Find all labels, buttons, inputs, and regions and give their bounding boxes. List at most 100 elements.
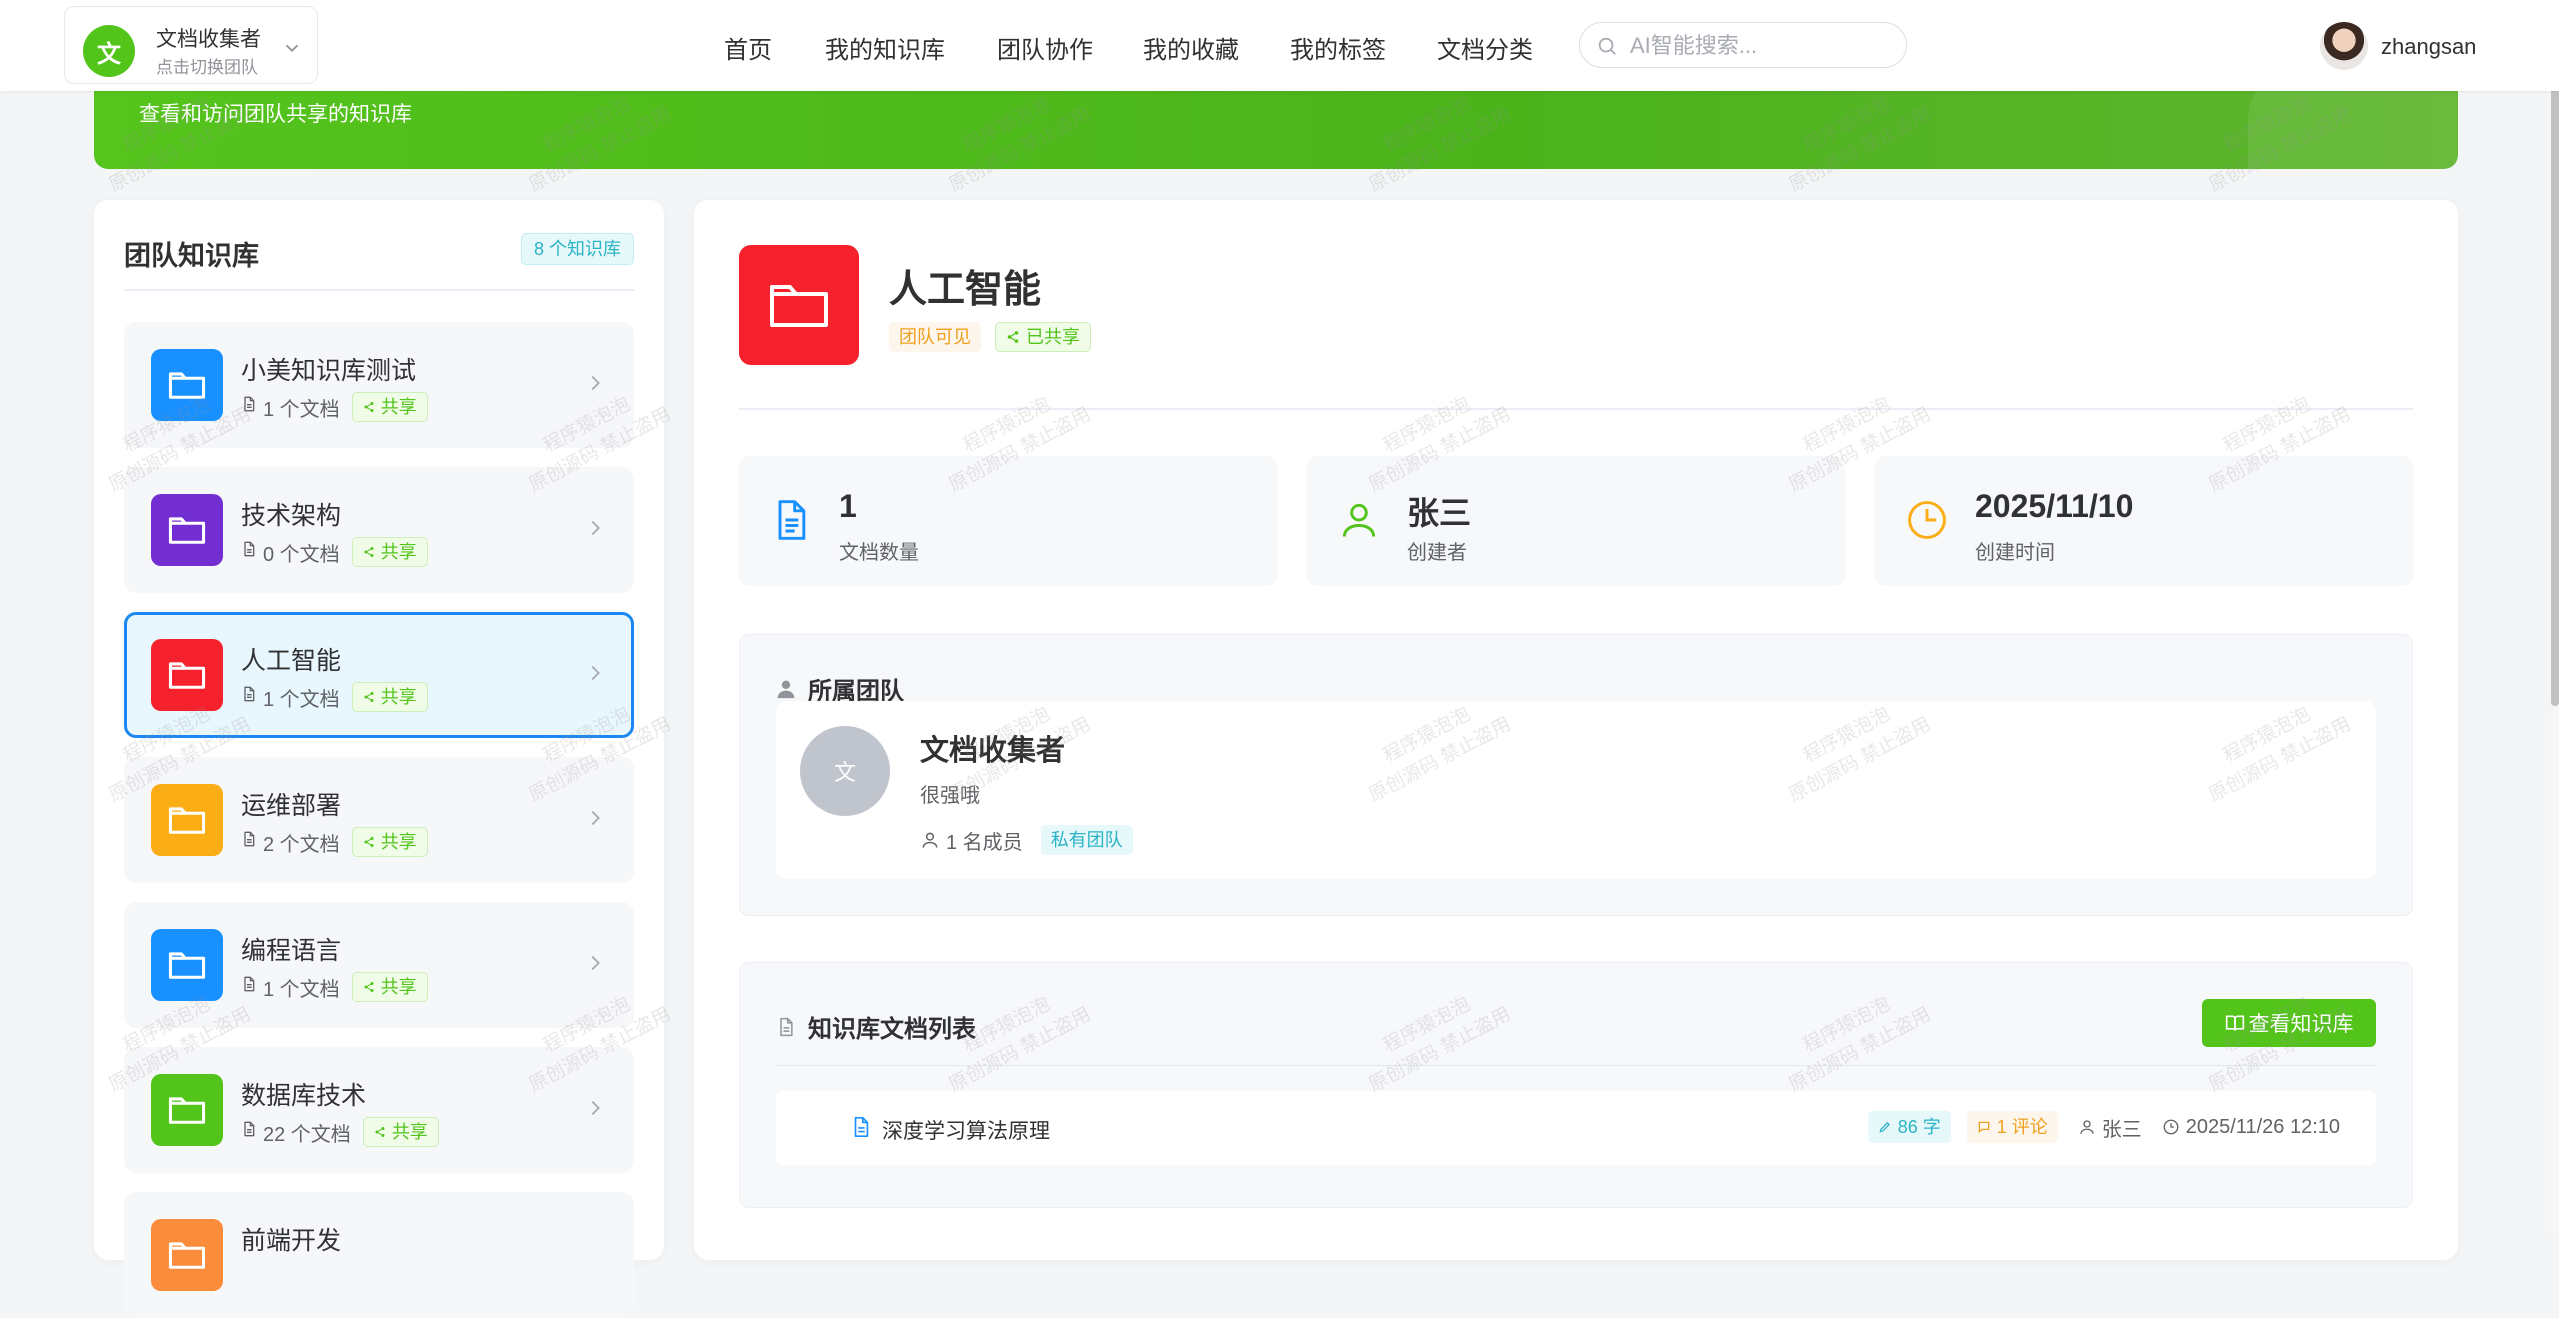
kb-name: 编程语言: [241, 937, 342, 965]
share-icon: [363, 836, 381, 848]
divider: [776, 1065, 2376, 1066]
doc-author: 张三: [2078, 1113, 2142, 1142]
team-name: 文档收集者: [156, 28, 261, 51]
kb-meta: 0 个文档 共享: [241, 537, 428, 567]
search-input[interactable]: [1628, 31, 1892, 61]
kb-doc-count: 1 个文档: [263, 978, 340, 1001]
user-avatar[interactable]: [2320, 22, 2368, 70]
divider: [739, 408, 2413, 410]
view-kb-button[interactable]: 查看知识库: [2202, 999, 2376, 1047]
nav-my-tags[interactable]: 我的标签: [1290, 30, 1386, 65]
nav-doc-categories[interactable]: 文档分类: [1437, 30, 1533, 65]
kb-list-item[interactable]: 小美知识库测试 1 个文档 共享: [124, 322, 634, 448]
chevron-right-icon: [584, 1097, 606, 1124]
shared-tag: 共享: [351, 827, 428, 857]
shared-tag: 共享: [351, 682, 428, 712]
stat-value: 1: [839, 488, 857, 524]
kb-meta: 2 个文档 共享: [241, 827, 428, 857]
kb-list-item[interactable]: 数据库技术 22 个文档 共享: [124, 1047, 634, 1173]
member-count: 1 名成员: [946, 831, 1023, 854]
stat-label: 创建时间: [1975, 542, 2055, 564]
shared-tag: 共享: [351, 537, 428, 567]
document-icon: [241, 1120, 257, 1144]
team-switcher[interactable]: 文 文档收集者 点击切换团队: [64, 6, 318, 84]
kb-name: 运维部署: [241, 792, 342, 820]
divider: [124, 289, 634, 291]
doc-list-item[interactable]: 深度学习算法原理 86 字 1 评论 张三 2025/11/26 12:10: [776, 1091, 2376, 1165]
comment-icon: [1978, 1121, 1990, 1134]
kb-meta: 22 个文档 共享: [241, 1117, 439, 1147]
document-icon: [241, 395, 257, 419]
sidebar-title: 团队知识库: [124, 241, 259, 271]
word-count: 86 字: [1897, 1117, 1941, 1137]
kb-meta: 1 个文档 共享: [241, 392, 428, 422]
kb-doc-count: 1 个文档: [263, 398, 340, 421]
comment-count-tag: 1 评论: [1966, 1111, 2058, 1143]
kb-doc-count: 0 个文档: [263, 543, 340, 566]
share-icon: [363, 691, 381, 703]
stat-creator: 张三 创建者: [1307, 456, 1845, 586]
kb-list-item[interactable]: 前端开发: [124, 1192, 634, 1318]
document-icon: [241, 685, 257, 709]
document-icon: [241, 975, 257, 999]
kb-list-item[interactable]: 编程语言 1 个文档 共享: [124, 902, 634, 1028]
share-icon: [1007, 331, 1019, 343]
pen-icon: [1879, 1122, 1890, 1133]
kb-doc-count: 2 个文档: [263, 833, 340, 856]
doc-time: 2025/11/26 12:10: [2162, 1116, 2340, 1139]
kb-doc-count: 1 个文档: [263, 688, 340, 711]
chevron-down-icon: [285, 44, 299, 53]
doc-title[interactable]: 深度学习算法原理: [882, 1115, 1050, 1145]
user-icon: [1342, 503, 1376, 537]
kb-doc-count: 22 个文档: [263, 1123, 351, 1146]
shared-tag: 已共享: [995, 322, 1091, 352]
user-icon: [922, 832, 938, 848]
team-section: 所属团队 文 文档收集者 很强哦 1 名成员 私有团队: [739, 634, 2413, 916]
banner-subtitle: 查看和访问团队共享的知识库: [139, 103, 412, 126]
shared-tag: 共享: [362, 1117, 439, 1147]
kb-list-item[interactable]: 人工智能 1 个文档 共享: [124, 612, 634, 738]
document-icon: [854, 1117, 869, 1137]
view-kb-button-label: 查看知识库: [2248, 1013, 2354, 1036]
nav-home[interactable]: 首页: [724, 30, 772, 65]
username[interactable]: zhangsan: [2381, 34, 2476, 60]
stat-doc-count: 1 文档数量: [739, 456, 1277, 586]
team-card-description: 很强哦: [920, 785, 980, 807]
kb-detail-panel: 人工智能 团队可见 已共享 1 文档数量 张三 创建者 2025/11/10 创…: [694, 200, 2458, 1260]
visibility-tag: 团队可见: [889, 322, 981, 352]
shared-tag-label: 共享: [391, 1122, 428, 1142]
kb-count-badge: 8 个知识库: [520, 233, 634, 265]
kb-list-item[interactable]: 运维部署 2 个文档 共享: [124, 757, 634, 883]
team-logo: 文: [83, 25, 135, 77]
page-scrollbar-thumb[interactable]: [2551, 0, 2559, 706]
kb-name: 数据库技术: [241, 1082, 367, 1110]
share-icon: [374, 1126, 392, 1138]
kb-name: 前端开发: [241, 1227, 342, 1255]
search-box[interactable]: [1579, 22, 1907, 68]
doc-meta: 86 字 1 评论 张三 2025/11/26 12:10: [1867, 1111, 2340, 1143]
section-title: 知识库文档列表: [776, 1009, 976, 1044]
folder-icon: [151, 639, 223, 711]
chevron-right-icon: [584, 662, 606, 689]
team-type-tag: 私有团队: [1040, 825, 1133, 855]
stat-label: 创建者: [1407, 542, 1467, 564]
docs-section-title: 知识库文档列表: [808, 1016, 976, 1043]
folder-icon: [151, 929, 223, 1001]
nav-my-favorites[interactable]: 我的收藏: [1143, 30, 1239, 65]
user-icon: [2080, 1120, 2094, 1134]
chevron-right-icon: [584, 807, 606, 834]
kb-meta: 1 个文档 共享: [241, 972, 428, 1002]
kb-name: 小美知识库测试: [241, 357, 417, 385]
shared-tag-label: 共享: [380, 977, 417, 997]
stat-created-time: 2025/11/10 创建时间: [1875, 456, 2413, 586]
nav-team-collaboration[interactable]: 团队协作: [997, 30, 1093, 65]
nav-my-knowledge-base[interactable]: 我的知识库: [825, 30, 945, 65]
kb-list-item[interactable]: 技术架构 0 个文档 共享: [124, 467, 634, 593]
team-card[interactable]: 文 文档收集者 很强哦 1 名成员 私有团队: [776, 701, 2376, 879]
shared-tag: 共享: [351, 972, 428, 1002]
search-icon: [1598, 37, 1616, 55]
kb-title: 人工智能: [889, 269, 1042, 311]
document-icon: [241, 830, 257, 854]
docs-section: 知识库文档列表 查看知识库 深度学习算法原理 86 字 1 评论 张三 2025…: [739, 962, 2413, 1208]
folder-icon: [739, 245, 859, 365]
